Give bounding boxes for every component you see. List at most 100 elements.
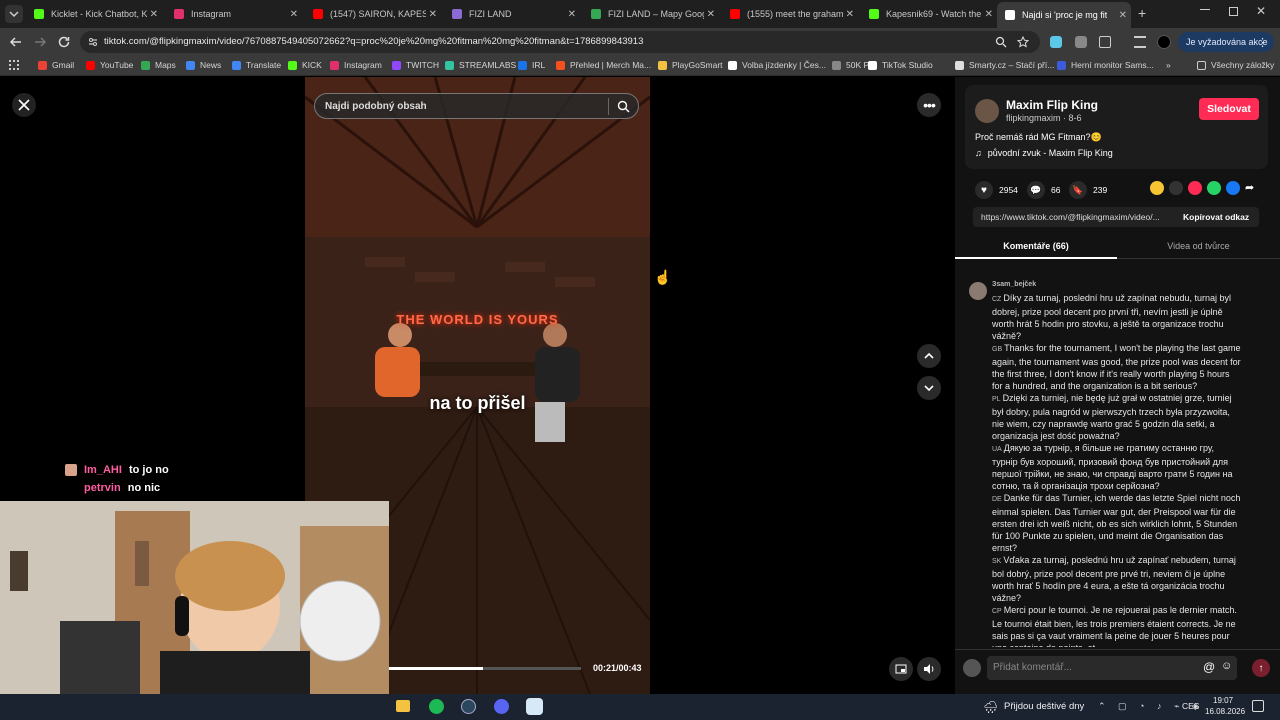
close-tab-icon[interactable]: ✕ xyxy=(568,9,576,20)
extension-icon[interactable] xyxy=(1075,36,1087,48)
discord-icon[interactable] xyxy=(494,699,509,714)
volume-button[interactable] xyxy=(917,657,941,681)
spotify-icon[interactable] xyxy=(429,699,444,714)
back-button[interactable] xyxy=(9,35,23,49)
webcam-overlay xyxy=(0,501,389,694)
avatar[interactable] xyxy=(1157,35,1171,49)
save-button[interactable]: 🔖 239 xyxy=(1069,181,1107,199)
bookmark-item[interactable]: KICK xyxy=(288,60,322,70)
browser-tab[interactable]: FIZI LAND ✕ xyxy=(444,3,580,25)
browser-tab[interactable]: Kapesnik69 - Watch the V ✕ xyxy=(861,3,997,25)
bookmark-item[interactable]: PlayGoSmart xyxy=(658,60,723,70)
mention-icon[interactable]: @ xyxy=(1203,660,1215,674)
browser-tab[interactable]: (1555) meet the grahams ✕ xyxy=(722,3,858,25)
close-video-button[interactable] xyxy=(12,93,36,117)
close-tab-icon[interactable]: ✕ xyxy=(1119,10,1127,21)
bookmark-item[interactable]: YouTube xyxy=(86,60,133,70)
close-tab-icon[interactable]: ✕ xyxy=(707,9,715,20)
bookmark-item[interactable]: Volba jízdenky | Čes... xyxy=(728,60,826,70)
star-icon[interactable] xyxy=(1017,36,1029,48)
reload-button[interactable] xyxy=(57,35,71,49)
more-options-button[interactable]: ••• xyxy=(917,93,941,117)
avatar[interactable] xyxy=(975,99,999,123)
bookmark-item[interactable]: TikTok Studio xyxy=(868,60,933,70)
restore-button[interactable] xyxy=(1229,7,1238,16)
search-icon[interactable] xyxy=(617,100,630,113)
forward-button[interactable] xyxy=(33,35,47,49)
site-info-icon[interactable] xyxy=(87,36,99,48)
notification-icon[interactable] xyxy=(1252,700,1264,712)
browser-tab[interactable]: Instagram ✕ xyxy=(166,3,302,25)
similar-content-search[interactable]: Najdi podobný obsah xyxy=(314,93,639,119)
close-tab-icon[interactable]: ✕ xyxy=(429,9,437,20)
browser-tab[interactable]: Kicklet - Kick Chatbot, Kick✕ xyxy=(26,3,162,25)
bookmark-item[interactable]: Instagram xyxy=(330,60,382,70)
emoji-icon[interactable]: ☺ xyxy=(1221,660,1232,672)
next-video-button[interactable] xyxy=(917,376,941,400)
bookmark-item[interactable]: Translate xyxy=(232,60,281,70)
language-indicator[interactable]: CES xyxy=(1182,701,1199,711)
clock-date[interactable]: 16.08.2026 xyxy=(1205,707,1245,716)
media-control-icon[interactable] xyxy=(1134,36,1146,48)
previous-video-button[interactable] xyxy=(917,344,941,368)
puzzle-icon[interactable] xyxy=(1099,36,1111,48)
comment-username[interactable]: Зsam_bejček xyxy=(992,281,1036,288)
author-name[interactable]: Maxim Flip King xyxy=(1006,98,1098,112)
close-tab-icon[interactable]: ✕ xyxy=(290,9,298,20)
bookmark-item[interactable]: Maps xyxy=(141,60,176,70)
weather-text[interactable]: Přijdou deštivé dny xyxy=(1004,701,1084,712)
browser-tab[interactable]: (1547) SAIRON, KAPES, AE✕ xyxy=(305,3,441,25)
apps-grid-icon[interactable] xyxy=(9,60,19,70)
clock-time[interactable]: 19:07 xyxy=(1213,696,1233,705)
profile-action-button[interactable]: Je vyžadována akce ⋮ xyxy=(1178,32,1274,52)
like-button[interactable]: ♥ 2954 xyxy=(975,181,1018,199)
pip-icon xyxy=(895,664,907,674)
app-icon[interactable] xyxy=(526,698,543,715)
file-explorer-icon[interactable] xyxy=(396,700,410,712)
whatsapp-icon[interactable] xyxy=(1207,181,1221,195)
avatar[interactable] xyxy=(969,282,987,300)
share-link-text[interactable]: https://www.tiktok.com/@flipkingmaxim/vi… xyxy=(981,212,1181,222)
embed-icon[interactable] xyxy=(1169,181,1183,195)
zoom-icon[interactable] xyxy=(995,36,1007,48)
steam-icon[interactable] xyxy=(461,699,476,714)
close-tab-icon[interactable]: ✕ xyxy=(150,9,158,20)
new-tab-button[interactable]: + xyxy=(1138,5,1146,21)
coin-icon[interactable] xyxy=(1150,181,1164,195)
post-comment-button[interactable]: ↑ xyxy=(1252,659,1270,677)
send-icon[interactable] xyxy=(1188,181,1202,195)
close-tab-icon[interactable]: ✕ xyxy=(846,9,854,20)
comment-input[interactable]: Přidat komentář... @ ☺ xyxy=(987,656,1237,680)
close-window-button[interactable]: ✕ xyxy=(1256,4,1266,18)
comment-button[interactable]: 💬 66 xyxy=(1027,181,1060,199)
bookmark-item[interactable]: Herní monitor Sams... xyxy=(1057,60,1154,70)
address-bar[interactable]: tiktok.com/@flipkingmaxim/video/76708875… xyxy=(80,31,1040,53)
minimize-button[interactable] xyxy=(1200,9,1210,10)
close-tab-icon[interactable]: ✕ xyxy=(985,9,993,20)
bookmark-item[interactable]: STREAMLABS xyxy=(445,60,516,70)
copy-link-button[interactable]: Kopírovat odkaz xyxy=(1183,212,1249,222)
search-input[interactable]: Najdi podobný obsah xyxy=(325,101,427,112)
bookmark-item[interactable]: Přehled | Merch Ma... xyxy=(556,60,651,70)
facebook-icon[interactable] xyxy=(1226,181,1240,195)
bookmark-item[interactable]: Smarty.cz – Stačí pří... xyxy=(955,60,1054,70)
bookmark-item[interactable]: Gmail xyxy=(38,60,74,70)
video-progress-fill[interactable] xyxy=(389,667,484,670)
picture-in-picture-button[interactable] xyxy=(889,657,913,681)
browser-tab[interactable]: FIZI LAND – Mapy Google ✕ xyxy=(583,3,719,25)
tab-comments[interactable]: Komentáře (66) xyxy=(955,237,1117,259)
bookmark-item[interactable]: News xyxy=(186,60,221,70)
bookmark-item[interactable]: IRL xyxy=(518,60,545,70)
author-handle[interactable]: flipkingmaxim · 8-6 xyxy=(1006,113,1082,123)
bookmarks-more-button[interactable]: » xyxy=(1166,60,1171,70)
tab-creator-videos[interactable]: Videa od tvůrce xyxy=(1117,237,1280,259)
share-arrow-icon[interactable]: ➦ xyxy=(1245,181,1254,195)
bookmarks-more-label: » xyxy=(1166,60,1171,70)
tab-search-button[interactable] xyxy=(5,5,23,23)
browser-tab[interactable]: Najdi si 'proc je mg fit ✕ xyxy=(997,2,1131,28)
bookmark-item[interactable]: TWITCH xyxy=(392,60,439,70)
all-bookmarks-button[interactable]: Všechny záložky xyxy=(1197,60,1274,70)
follow-button[interactable]: Sledovat xyxy=(1199,98,1259,120)
sound-link[interactable]: ♫ původní zvuk - Maxim Flip King xyxy=(975,148,1113,158)
extension-icon[interactable] xyxy=(1050,36,1062,48)
